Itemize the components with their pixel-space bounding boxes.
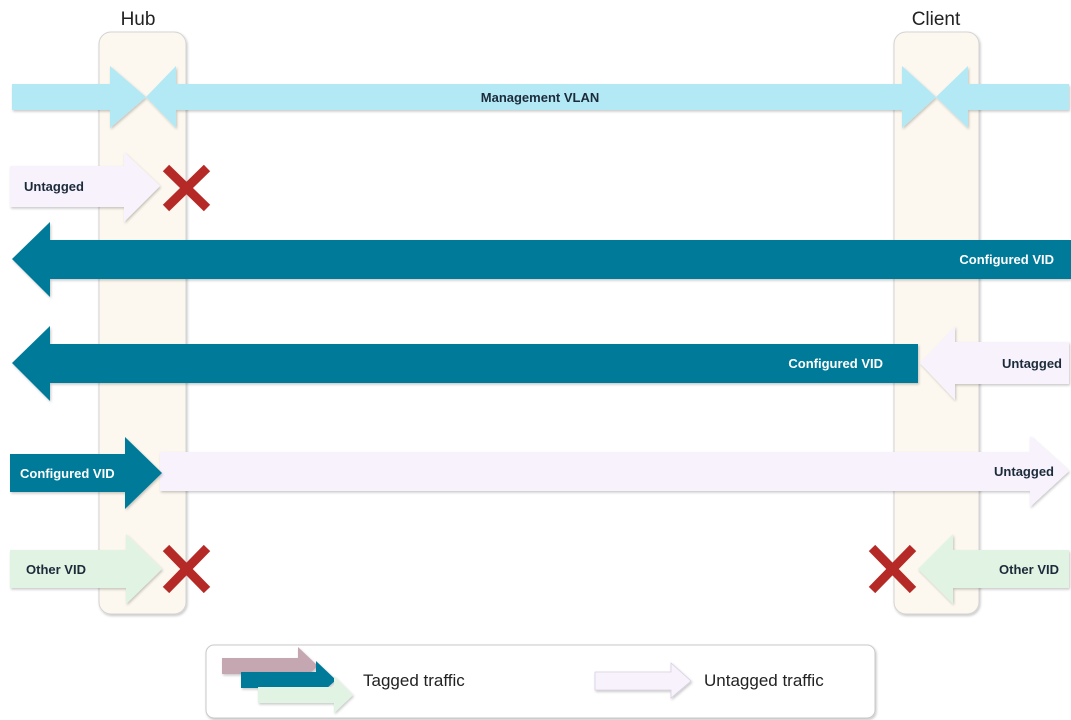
other-vid-label-client: Other VID bbox=[999, 562, 1059, 577]
untagged-label-row2: Untagged bbox=[24, 179, 84, 194]
legend: Tagged traffic Untagged traffic bbox=[205, 644, 876, 719]
vlan-traffic-diagram: Hub Client Management VLAN Untagged Conf… bbox=[0, 0, 1071, 720]
management-vlan-label: Management VLAN bbox=[481, 90, 599, 105]
configured-vid-label-row3: Configured VID bbox=[959, 252, 1054, 267]
legend-untagged-label: Untagged traffic bbox=[704, 671, 824, 690]
hub-label: Hub bbox=[121, 9, 156, 30]
client-label: Client bbox=[912, 9, 961, 30]
diagram-canvas: Hub Client Management VLAN Untagged Conf… bbox=[10, 9, 1071, 719]
other-vid-label-hub: Other VID bbox=[26, 562, 86, 577]
management-vlan-row: Management VLAN bbox=[12, 66, 1069, 128]
configured-vid-label-row5: Configured VID bbox=[20, 466, 115, 481]
configured-vid-label-row4: Configured VID bbox=[788, 356, 883, 371]
untagged-label-row4: Untagged bbox=[1002, 356, 1062, 371]
untagged-label-row5: Untagged bbox=[994, 464, 1054, 479]
legend-tagged-label: Tagged traffic bbox=[363, 671, 465, 690]
